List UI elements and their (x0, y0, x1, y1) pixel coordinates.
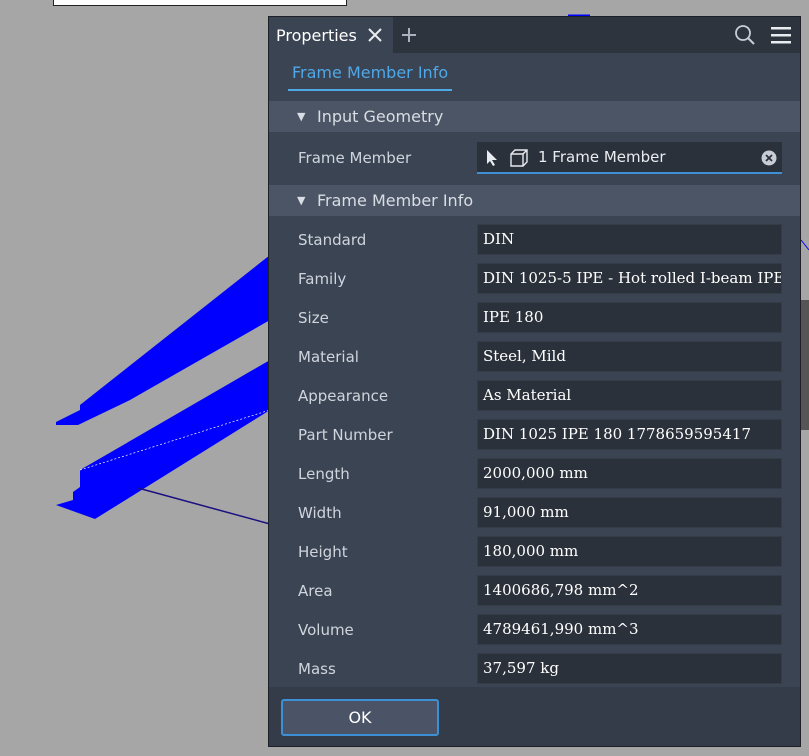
section-input-geometry-label: Input Geometry (317, 107, 444, 126)
beam-axis-line (137, 487, 271, 525)
family-field[interactable]: DIN 1025-5 IPE - Hot rolled I-beam IPE (477, 263, 782, 294)
properties-panel: Properties Frame Member Info ▼ Input Geo… (268, 16, 801, 747)
close-icon[interactable] (366, 26, 384, 44)
height-field[interactable]: 180,000 mm (477, 536, 782, 567)
frame-member-label: Frame Member (298, 149, 412, 167)
standard-label: Standard (298, 231, 367, 249)
appearance-field[interactable]: As Material (477, 380, 782, 411)
search-icon[interactable] (734, 24, 756, 46)
volume-field[interactable]: 4789461,990 mm^3 (477, 614, 782, 645)
hamburger-menu-icon[interactable] (770, 25, 792, 45)
panel-titlebar: Properties (269, 17, 800, 53)
standard-field[interactable]: DIN (477, 224, 782, 255)
part-number-field[interactable]: DIN 1025 IPE 180 1778659595417 (477, 419, 782, 450)
collapse-triangle-icon: ▼ (297, 110, 306, 123)
right-edge-part (801, 300, 809, 430)
clear-selection-icon[interactable] (761, 150, 777, 166)
solid-body-icon (510, 149, 528, 167)
collapse-triangle-icon: ▼ (297, 194, 306, 207)
tab-title: Properties (276, 25, 357, 45)
section-input-geometry[interactable]: ▼ Input Geometry (269, 101, 800, 132)
area-label: Area (298, 582, 333, 600)
ok-button[interactable]: OK (281, 699, 439, 736)
length-field[interactable]: 2000,000 mm (477, 458, 782, 489)
part-number-label: Part Number (298, 426, 393, 444)
right-edge-line (800, 239, 809, 251)
volume-label: Volume (298, 621, 354, 639)
subtab-frame-member-info[interactable]: Frame Member Info (288, 63, 453, 91)
width-field[interactable]: 91,000 mm (477, 497, 782, 528)
area-field[interactable]: 1400686,798 mm^2 (477, 575, 782, 606)
size-label: Size (298, 309, 329, 327)
width-label: Width (298, 504, 342, 522)
i-beam-body (56, 255, 270, 519)
mass-field[interactable]: 37,597 kg (477, 653, 782, 684)
selector-value: 1 Frame Member (538, 148, 666, 166)
material-label: Material (298, 348, 359, 366)
size-field[interactable]: IPE 180 (477, 302, 782, 333)
length-label: Length (298, 465, 350, 483)
material-field[interactable]: Steel, Mild (477, 341, 782, 372)
height-label: Height (298, 543, 348, 561)
cursor-arrow-icon (487, 150, 497, 166)
family-label: Family (298, 270, 347, 288)
mass-label: Mass (298, 660, 336, 678)
frame-member-selector[interactable]: 1 Frame Member (477, 142, 782, 174)
section-frame-member-info-label: Frame Member Info (317, 191, 474, 210)
appearance-label: Appearance (298, 387, 389, 405)
panel-footer: OK (269, 687, 800, 746)
section-frame-member-info[interactable]: ▼ Frame Member Info (269, 185, 800, 216)
plus-icon[interactable] (400, 26, 418, 44)
